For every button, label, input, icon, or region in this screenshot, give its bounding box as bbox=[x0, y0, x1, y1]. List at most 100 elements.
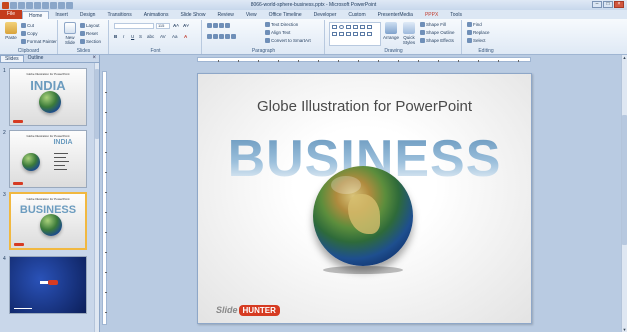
tab-pppx[interactable]: PPPX bbox=[419, 11, 444, 19]
tab-tools[interactable]: Tools bbox=[444, 11, 468, 19]
logo-image bbox=[13, 182, 23, 185]
title-bar: 8066-world-sphere-business.pptx - Micros… bbox=[0, 0, 627, 10]
grow-font-button[interactable]: A˄ bbox=[173, 23, 179, 28]
paste-icon bbox=[5, 22, 17, 34]
tab-outline[interactable]: Outline bbox=[24, 55, 48, 62]
triangle-shape-icon[interactable] bbox=[360, 25, 365, 29]
tab-animations[interactable]: Animations bbox=[138, 11, 175, 19]
outline-icon bbox=[420, 30, 425, 36]
rectangle-shape-icon[interactable] bbox=[332, 25, 337, 29]
bullets-button[interactable] bbox=[207, 23, 231, 29]
maximize-button[interactable]: □ bbox=[603, 1, 613, 8]
slide-title[interactable]: Globe Illustration for PowerPoint bbox=[198, 98, 531, 115]
heart-shape-icon[interactable] bbox=[367, 32, 372, 36]
pane-tabs: Slides Outline × bbox=[0, 55, 99, 63]
change-case-button[interactable]: Aa bbox=[172, 34, 178, 39]
tab-custom[interactable]: Custom bbox=[342, 11, 371, 19]
quick-styles-button[interactable]: Quick Styles bbox=[401, 22, 417, 45]
scroll-up-icon[interactable]: ▲ bbox=[622, 55, 627, 60]
tab-office-timeline[interactable]: Office Timeline bbox=[263, 11, 308, 19]
section-icon bbox=[80, 39, 85, 45]
ribbon-tabs: File Home Insert Design Transitions Anim… bbox=[0, 10, 627, 19]
underline-button[interactable]: U bbox=[131, 34, 134, 39]
pane-scrollbar[interactable] bbox=[94, 63, 99, 332]
tab-design[interactable]: Design bbox=[74, 11, 102, 19]
find-button[interactable]: Find bbox=[467, 22, 482, 28]
italic-button[interactable]: I bbox=[123, 34, 124, 39]
spacing-button[interactable]: AV bbox=[160, 34, 166, 39]
tab-slides[interactable]: Slides bbox=[0, 55, 24, 62]
brace-shape-icon[interactable] bbox=[346, 32, 351, 36]
thumbnail-preview-selected: Globe Illustration for PowerPoint BUSINE… bbox=[9, 192, 87, 250]
layout-button[interactable]: Layout bbox=[80, 23, 100, 29]
shape-effects-button[interactable]: Shape Effects bbox=[420, 38, 454, 44]
new-slide-button[interactable]: New Slide bbox=[62, 22, 78, 45]
scrollbar-thumb[interactable] bbox=[622, 115, 627, 245]
curve-shape-icon[interactable] bbox=[360, 32, 365, 36]
align-left-icon bbox=[207, 34, 212, 40]
paste-button[interactable]: Paste bbox=[3, 22, 19, 40]
continent-shape bbox=[348, 194, 380, 234]
thumbnail-big-text: INDIA bbox=[53, 139, 73, 146]
select-button[interactable]: Select bbox=[467, 38, 486, 44]
fill-icon bbox=[420, 22, 425, 28]
thumbnail-preview: Globe Illustration for PowerPoint INDIA bbox=[9, 68, 87, 126]
convert-smartart-button[interactable]: Convert to SmartArt bbox=[265, 38, 311, 44]
arrange-button[interactable]: Arrange bbox=[383, 22, 399, 40]
tab-transitions[interactable]: Transitions bbox=[101, 11, 137, 19]
cut-button[interactable]: Cut bbox=[21, 23, 34, 29]
vertical-ruler bbox=[102, 71, 107, 325]
window-controls: – □ × bbox=[592, 1, 624, 8]
font-name-box[interactable] bbox=[114, 23, 154, 29]
callout-shape-icon[interactable] bbox=[332, 32, 337, 36]
shadow-button[interactable]: S bbox=[139, 34, 142, 39]
editor-scrollbar[interactable]: ▲ ▼ bbox=[621, 55, 627, 332]
scrollbar-thumb[interactable] bbox=[95, 69, 99, 139]
tab-view[interactable]: View bbox=[240, 11, 263, 19]
arrow-shape-icon[interactable] bbox=[353, 25, 358, 29]
tab-developer[interactable]: Developer bbox=[308, 11, 343, 19]
globe-image[interactable] bbox=[313, 166, 413, 266]
tab-home[interactable]: Home bbox=[22, 11, 50, 19]
quick-styles-icon bbox=[403, 22, 415, 34]
copy-button[interactable]: Copy bbox=[21, 31, 38, 37]
close-pane-icon[interactable]: × bbox=[92, 55, 96, 61]
arrange-icon bbox=[385, 22, 397, 34]
bracket-shape-icon[interactable] bbox=[353, 32, 358, 36]
shape-outline-button[interactable]: Shape Outline bbox=[420, 30, 455, 36]
tab-file[interactable]: File bbox=[0, 10, 22, 19]
strikethrough-button[interactable]: abc bbox=[147, 34, 154, 39]
tab-presentermedia[interactable]: PresenterMedia bbox=[372, 11, 419, 19]
section-button[interactable]: Section bbox=[80, 39, 101, 45]
line-shape-icon[interactable] bbox=[346, 25, 351, 29]
shrink-font-button[interactable]: A˅ bbox=[183, 23, 189, 28]
slides-pane: Slides Outline × 1 Globe Illustration fo… bbox=[0, 55, 100, 332]
thumbnail-title: Globe Illustration for PowerPoint bbox=[26, 134, 70, 138]
bold-button[interactable]: B bbox=[114, 34, 117, 39]
font-color-button[interactable]: A bbox=[184, 34, 187, 39]
current-slide[interactable]: Globe Illustration for PowerPoint BUSINE… bbox=[197, 73, 532, 324]
replace-button[interactable]: Replace bbox=[467, 30, 490, 36]
star-shape-icon[interactable] bbox=[339, 32, 344, 36]
close-button[interactable]: × bbox=[614, 1, 624, 8]
font-size-box[interactable]: 115 bbox=[156, 23, 170, 29]
shape-fill-button[interactable]: Shape Fill bbox=[420, 22, 446, 28]
tab-review[interactable]: Review bbox=[211, 11, 239, 19]
shapes-gallery[interactable] bbox=[329, 22, 381, 46]
align-buttons[interactable] bbox=[207, 34, 237, 40]
oval-shape-icon[interactable] bbox=[339, 25, 344, 29]
slide-number: 2 bbox=[3, 130, 6, 136]
text-direction-button[interactable]: Text Direction bbox=[265, 22, 298, 28]
logo-image bbox=[13, 120, 23, 123]
scroll-down-icon[interactable]: ▼ bbox=[622, 327, 627, 332]
minimize-button[interactable]: – bbox=[592, 1, 602, 8]
rounded-rect-shape-icon[interactable] bbox=[367, 25, 372, 29]
columns-icon bbox=[231, 34, 236, 40]
tab-insert[interactable]: Insert bbox=[49, 11, 74, 19]
reset-button[interactable]: Reset bbox=[80, 31, 98, 37]
align-text-button[interactable]: Align Text bbox=[265, 30, 290, 36]
thumbnail-title: Globe Illustration for PowerPoint bbox=[26, 197, 70, 201]
replace-icon bbox=[467, 30, 472, 36]
format-painter-button[interactable]: Format Painter bbox=[21, 39, 57, 45]
tab-slide-show[interactable]: Slide Show bbox=[174, 11, 211, 19]
